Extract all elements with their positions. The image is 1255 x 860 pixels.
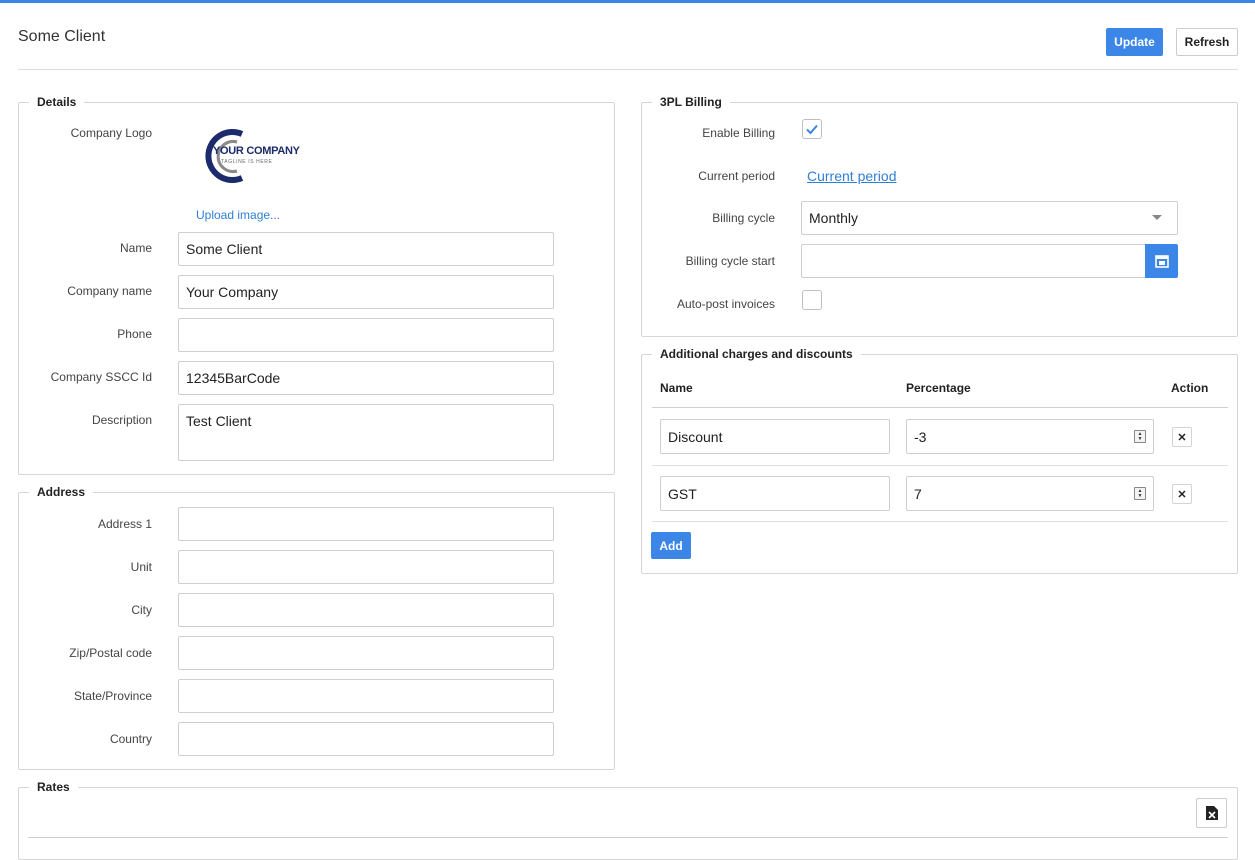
- company-name-label: Company name: [67, 284, 152, 298]
- charge-percentage-value: -3: [914, 428, 927, 445]
- header-divider: [18, 69, 1238, 70]
- billing-cycle-start-label: Billing cycle start: [685, 254, 775, 268]
- check-icon: [806, 124, 818, 135]
- close-icon: ✕: [1177, 488, 1187, 501]
- rates-legend: Rates: [37, 780, 70, 794]
- sscc-id-input[interactable]: 12345BarCode: [178, 361, 554, 395]
- excel-export-button[interactable]: [1196, 798, 1227, 828]
- company-logo-label: Company Logo: [70, 126, 152, 140]
- unit-label: Unit: [130, 560, 152, 574]
- billing-legend: 3PL Billing: [660, 95, 722, 109]
- logo-text: YOUR COMPANY: [213, 145, 300, 157]
- description-label: Description: [91, 413, 152, 427]
- enable-billing-checkbox[interactable]: [802, 119, 822, 139]
- city-label: City: [131, 603, 152, 617]
- name-column-header: Name: [660, 381, 693, 395]
- auto-post-checkbox[interactable]: [802, 290, 822, 310]
- rates-section: Rates: [18, 780, 1238, 860]
- billing-cycle-select[interactable]: Monthly: [801, 201, 1178, 235]
- billing-cycle-label: Billing cycle: [712, 211, 775, 225]
- charge-percentage-input[interactable]: 7 ▲ ▼: [906, 476, 1154, 511]
- close-icon: ✕: [1177, 431, 1187, 444]
- logo-tagline: TAGLINE IS HERE: [221, 159, 273, 165]
- refresh-button[interactable]: Refresh: [1176, 28, 1238, 56]
- row-divider: [652, 521, 1228, 522]
- zip-input[interactable]: [178, 636, 554, 670]
- country-label: Country: [109, 732, 152, 746]
- row-divider: [652, 465, 1228, 466]
- percentage-column-header: Percentage: [906, 381, 971, 395]
- action-column-header: Action: [1171, 381, 1209, 395]
- sscc-id-label: Company SSCC Id: [50, 370, 152, 384]
- details-legend: Details: [37, 95, 77, 109]
- address1-input[interactable]: [178, 507, 554, 541]
- phone-input[interactable]: [178, 318, 554, 352]
- charge-percentage-input[interactable]: -3 ▲ ▼: [906, 419, 1154, 454]
- charge-name-input[interactable]: Discount: [660, 419, 890, 454]
- unit-input[interactable]: [178, 550, 554, 584]
- page-title: Some Client: [18, 28, 106, 45]
- add-charge-button[interactable]: Add: [651, 532, 691, 559]
- phone-label: Phone: [117, 327, 152, 341]
- city-input[interactable]: [178, 593, 554, 627]
- billing-cycle-start-input[interactable]: [801, 244, 1146, 278]
- zip-label: Zip/Postal code: [69, 646, 152, 660]
- country-input[interactable]: [178, 722, 554, 756]
- spinner-icon[interactable]: ▲ ▼: [1134, 487, 1146, 500]
- upload-image-link[interactable]: Upload image...: [196, 208, 280, 222]
- calendar-button[interactable]: [1145, 244, 1178, 278]
- enable-billing-label: Enable Billing: [702, 126, 775, 140]
- state-label: State/Province: [73, 689, 152, 703]
- remove-charge-button[interactable]: ✕: [1172, 427, 1192, 447]
- billing-cycle-value: Monthly: [809, 210, 859, 226]
- auto-post-label: Auto-post invoices: [676, 297, 775, 311]
- excel-export-icon: [1205, 806, 1218, 820]
- company-name-input[interactable]: Your Company: [178, 275, 554, 309]
- dropdown-caret-icon: [1152, 215, 1162, 220]
- charges-legend: Additional charges and discounts: [660, 347, 853, 361]
- name-input[interactable]: Some Client: [178, 232, 554, 266]
- charge-percentage-value: 7: [914, 485, 922, 502]
- company-logo-image: YOUR COMPANY TAGLINE IS HERE: [200, 129, 300, 183]
- current-period-label: Current period: [698, 169, 775, 183]
- state-input[interactable]: [178, 679, 554, 713]
- calendar-icon: [1154, 255, 1169, 268]
- address-legend: Address: [37, 485, 86, 499]
- charge-name-input[interactable]: GST: [660, 476, 890, 511]
- name-label: Name: [119, 241, 152, 255]
- update-button[interactable]: Update: [1106, 28, 1163, 56]
- description-textarea[interactable]: Test Client: [178, 404, 554, 461]
- spinner-icon[interactable]: ▲ ▼: [1134, 430, 1146, 443]
- remove-charge-button[interactable]: ✕: [1172, 484, 1192, 504]
- table-header-divider: [652, 407, 1228, 408]
- current-period-link[interactable]: Current period: [807, 168, 897, 184]
- address1-label: Address 1: [97, 517, 152, 531]
